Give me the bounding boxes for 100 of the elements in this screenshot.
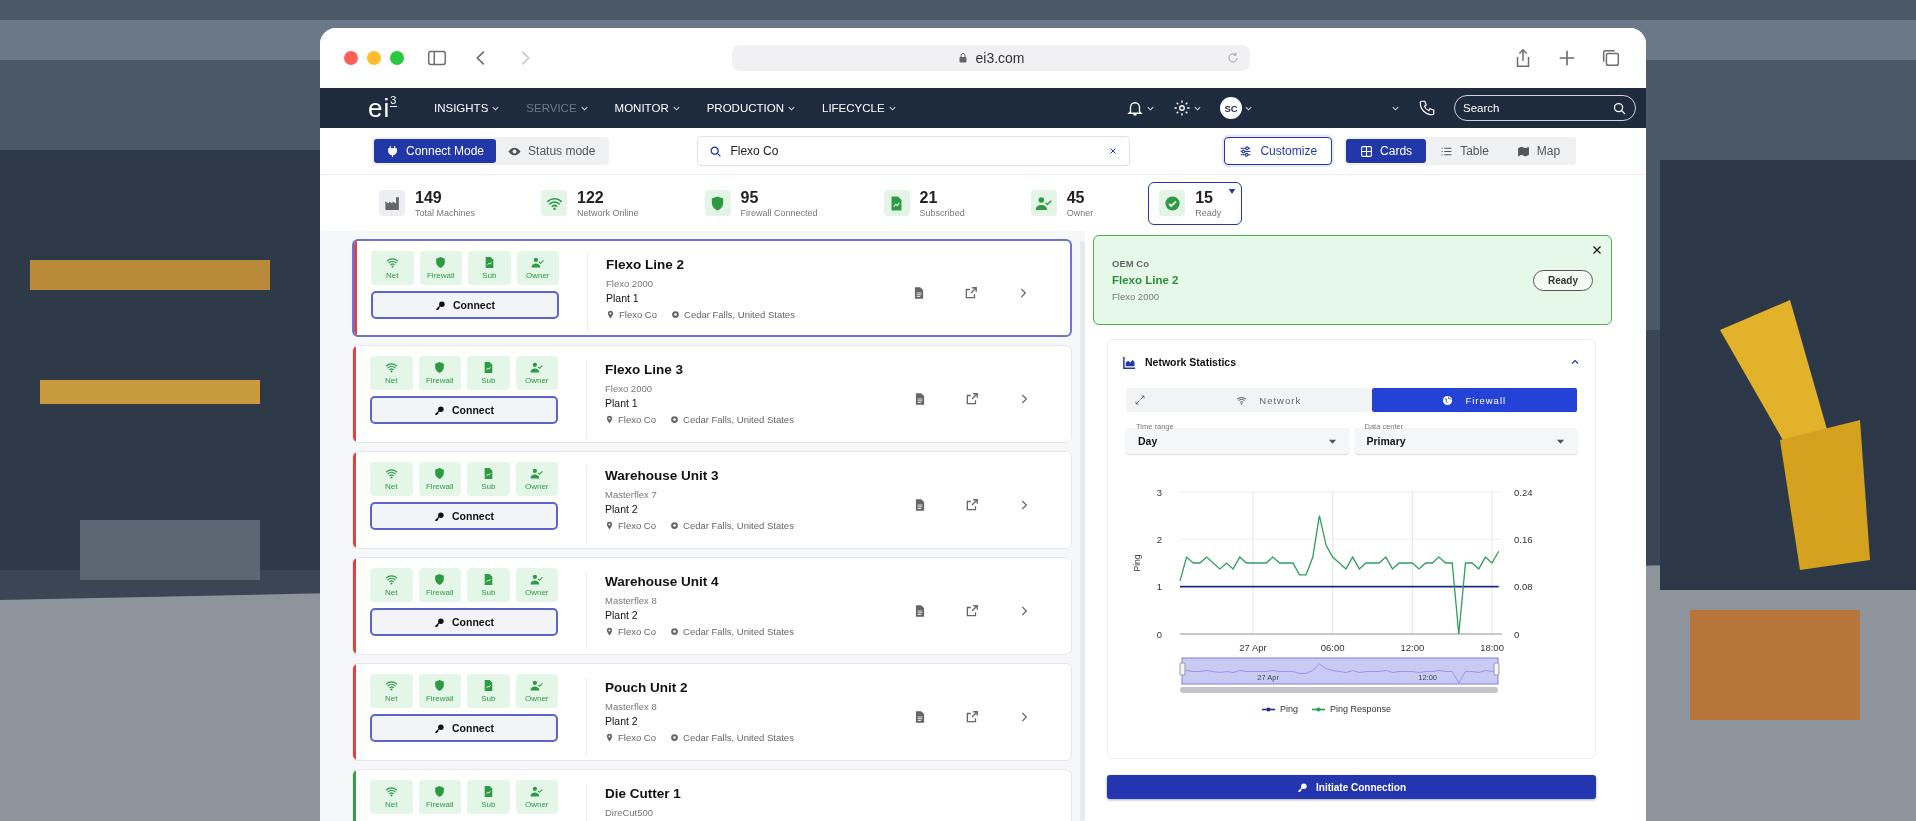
location-icon [670,415,679,424]
mode-tab[interactable]: Status mode [496,139,608,163]
wifi-icon [385,256,399,269]
expand-icon[interactable] [1134,394,1146,406]
close-icon[interactable] [1591,244,1603,256]
key-icon [1297,781,1308,793]
badge-label: Owner [524,694,549,703]
customize-button[interactable]: Customize [1224,137,1333,165]
external-link-icon[interactable] [964,286,978,300]
wifi-icon [384,467,398,480]
initiate-connection-button[interactable]: Initiate Connection [1107,775,1596,799]
chart-tab[interactable]: Network [1166,388,1372,412]
document-icon[interactable] [913,392,927,406]
machine-model: DireCut500 [605,807,655,818]
document-icon[interactable] [913,604,927,618]
address-bar[interactable]: ei3.com [732,45,1250,71]
plant-name: Plant 2 [605,503,639,515]
machine-card[interactable]: Net Firewall Sub Owner Connect Warehouse Unit 4 Masterflex 8 Plant 2 Flexo Co Cedar Falls, United States [352,557,1072,655]
machine-card[interactable]: Net Firewall Sub Owner Connect Pouch Unit 2 Masterflex 8 Plant 2 Flexo Co Cedar Falls, United States [352,663,1072,761]
notifications-button[interactable] [1126,99,1155,117]
search-field[interactable]: Search [1454,95,1636,121]
axis-tick-label: 0 [1514,628,1520,640]
machine-model: Flexo 2000 [1112,291,1160,302]
phone-icon[interactable] [1418,99,1436,117]
connect-button[interactable]: Connect [370,714,558,742]
sliders-icon [1239,144,1253,158]
range-handle[interactable] [1179,662,1186,676]
badge-label: Sub [481,376,496,385]
machine-card[interactable]: Net Firewall Sub Owner Connect Flexo Line 3 Flexo 2000 Plant 1 Flexo Co Cedar Falls, United States [352,345,1072,443]
stat-tile[interactable]: 122 Network Online [530,181,650,225]
wifi-icon [384,785,398,798]
chart-tab[interactable]: Firewall [1371,388,1577,412]
stat-tile[interactable]: 95 Firewall Connected [693,181,829,225]
document-icon[interactable] [912,286,926,300]
key-icon [434,616,445,628]
key-icon [434,510,445,522]
globe-icon [1442,394,1454,406]
machine-card[interactable]: Net Firewall Sub Owner Connect Flexo Line 2 Flexo 2000 Plant 1 Flexo Co Cedar Falls, United States [352,239,1072,337]
badge-label: Owner [524,588,549,597]
legend-item[interactable]: Ping [1261,704,1298,714]
axis-tick-label: 1 [1156,581,1162,593]
document-icon[interactable] [913,710,927,724]
nav-menu-item[interactable]: PRODUCTION [706,98,796,118]
nav-menu-item[interactable]: INSIGHTS [434,98,501,118]
external-link-icon[interactable] [965,498,979,512]
document-icon[interactable] [913,498,927,512]
machine-card[interactable]: Net Firewall Sub Owner Connect Warehouse Unit 3 Masterflex 7 Plant 2 Flexo Co Cedar Falls, United States [352,451,1072,549]
external-link-icon[interactable] [965,710,979,724]
machine-name: Flexo Line 2 [606,257,686,272]
filter-field[interactable]: Flexo Co [697,136,1131,166]
navigator-scrollbar[interactable] [1180,687,1498,693]
plant-name: Plant 1 [606,292,640,304]
stat-tile[interactable]: 15 Ready [1148,181,1243,225]
logo[interactable]: ei$^{3}$ [368,95,434,121]
external-link-icon[interactable] [965,392,979,406]
company-name: Flexo Co [618,520,656,531]
nav-menu-item[interactable]: LIFECYCLE [822,98,897,118]
badge-label: Net [385,588,398,597]
nav-menu-item[interactable]: MONITOR [614,98,681,118]
badge-label: Firewall [425,694,454,703]
wifi-icon [1236,394,1248,406]
plug-icon [386,144,399,158]
search-icon [709,144,723,158]
settings-icon [1173,99,1191,117]
location-icon [670,521,679,530]
view-tab[interactable]: Table [1426,139,1503,163]
connect-button[interactable]: Connect [370,608,558,636]
stat-tile[interactable]: 149 Total Machines [368,181,487,225]
view-tab[interactable]: Cards [1346,139,1427,163]
company-name: Flexo Co [618,732,656,743]
machine-card[interactable]: Net Firewall Sub Owner Die Cutter 1 DireCut500 [352,769,1072,821]
external-link-icon[interactable] [965,604,979,618]
pin-icon [606,310,615,319]
location-icon [670,627,679,636]
axis-tick-label: 3 [1156,486,1162,498]
stat-tile[interactable]: 45 Owner [1019,181,1105,225]
user-check-icon [530,361,544,374]
shield-icon [433,573,447,586]
connect-button[interactable]: Connect [370,396,558,424]
clear-icon[interactable] [1108,146,1119,156]
stat-value: 15 [1195,188,1214,207]
axis-tick-label: 18:00 [1480,642,1504,653]
location-text: Cedar Falls, United States [684,309,795,320]
stat-value: 21 [919,188,939,207]
user-check-icon [1035,194,1053,212]
settings-button[interactable] [1173,99,1202,117]
account-button[interactable]: SC [1220,97,1253,119]
company-name: Flexo Co [619,309,657,320]
view-tab[interactable]: Map [1502,139,1575,163]
connect-button[interactable]: Connect [371,291,559,319]
range-handle[interactable] [1493,662,1500,676]
mode-tab[interactable]: Connect Mode [374,139,497,163]
close-button[interactable] [344,51,358,65]
axis-tick-label: 2 [1156,533,1162,545]
tabs-icon[interactable] [1600,47,1622,69]
stat-tile[interactable]: 21 Subscribed [872,181,976,225]
user-check-icon [530,679,544,692]
connect-button[interactable]: Connect [370,502,558,530]
legend-item[interactable]: Ping Response [1312,704,1392,714]
location-icon [671,310,680,319]
